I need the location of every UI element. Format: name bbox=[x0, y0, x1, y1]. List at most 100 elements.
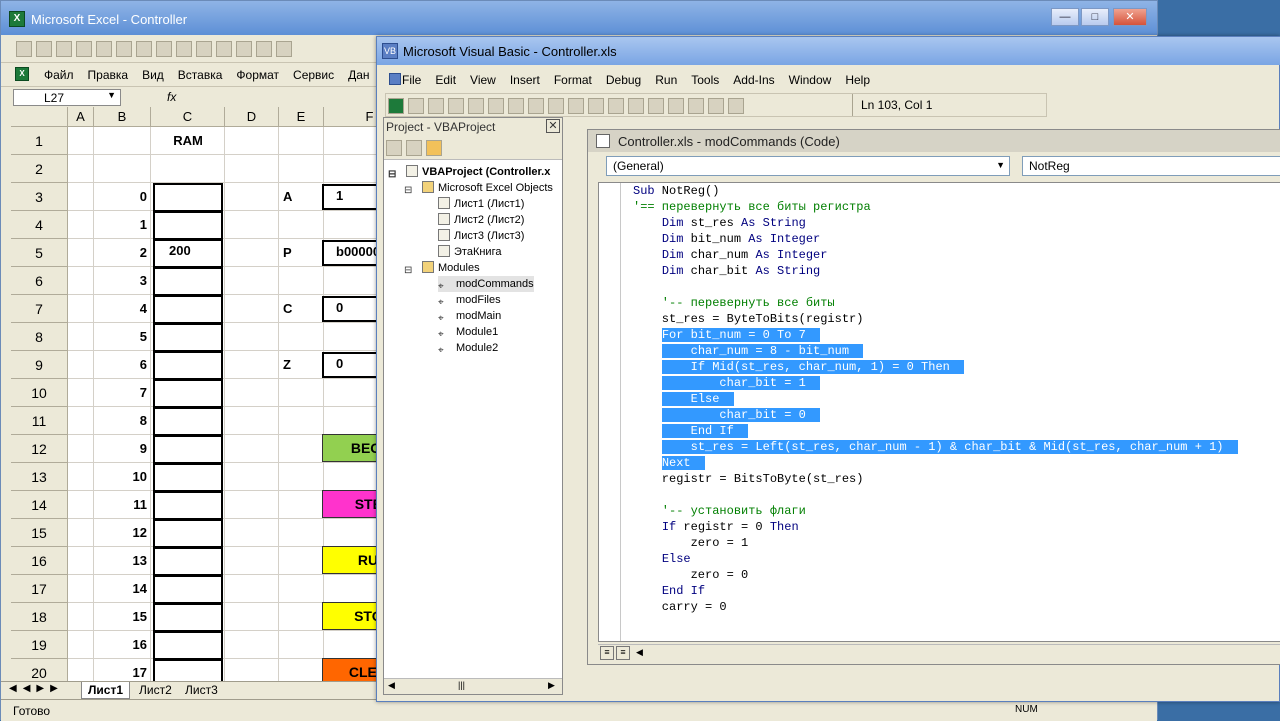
register-box-a[interactable] bbox=[322, 184, 379, 210]
code-line[interactable]: st_res = Left(st_res, char_num - 1) & ch… bbox=[633, 439, 1238, 455]
view-excel-icon[interactable] bbox=[388, 98, 404, 114]
tab-sheet1[interactable]: Лист1 bbox=[81, 682, 131, 699]
scroll-thumb-icon[interactable]: ||| bbox=[458, 680, 465, 690]
macro-button-stop[interactable]: STOP bbox=[322, 602, 379, 630]
tree-item-modcommands[interactable]: ⌖ modCommands bbox=[438, 276, 534, 292]
cell[interactable] bbox=[279, 547, 324, 575]
code-line[interactable]: char_bit = 1 bbox=[633, 375, 1238, 391]
properties-icon[interactable] bbox=[668, 98, 684, 114]
code-line[interactable]: '-- перевернуть все биты bbox=[633, 295, 1238, 311]
break-icon[interactable] bbox=[588, 98, 604, 114]
cell[interactable] bbox=[225, 183, 279, 211]
code-line[interactable]: Next bbox=[633, 455, 1238, 471]
code-editor[interactable]: Sub NotReg() '== перевернуть все биты рег… bbox=[598, 182, 1280, 642]
column-header-a[interactable]: A bbox=[68, 107, 94, 127]
cell[interactable] bbox=[68, 155, 94, 183]
code-line[interactable]: carry = 0 bbox=[633, 599, 1238, 615]
code-line[interactable]: zero = 0 bbox=[633, 567, 1238, 583]
select-all-corner[interactable] bbox=[11, 107, 68, 127]
vbe-menu-run[interactable]: Run bbox=[648, 68, 684, 92]
cell[interactable] bbox=[324, 155, 379, 183]
cell[interactable] bbox=[68, 603, 94, 631]
menu-file[interactable]: Файл bbox=[37, 63, 81, 87]
cell[interactable] bbox=[68, 323, 94, 351]
scroll-right-icon[interactable]: ▶ bbox=[548, 680, 555, 691]
cell[interactable] bbox=[225, 323, 279, 351]
insert-module-icon[interactable] bbox=[408, 98, 424, 114]
cell[interactable] bbox=[225, 603, 279, 631]
cell[interactable] bbox=[68, 351, 94, 379]
cell[interactable] bbox=[68, 379, 94, 407]
cell[interactable] bbox=[225, 491, 279, 519]
preview-icon[interactable] bbox=[136, 41, 153, 57]
cell[interactable] bbox=[68, 183, 94, 211]
ram-cell[interactable] bbox=[153, 603, 223, 632]
code-line[interactable] bbox=[633, 487, 1238, 503]
tree-item-modfiles[interactable]: ⌖ modFiles bbox=[438, 292, 501, 308]
ram-cell[interactable] bbox=[153, 575, 223, 604]
procedure-view-icon[interactable]: ≡ bbox=[600, 646, 614, 660]
cell[interactable] bbox=[68, 267, 94, 295]
excel-title-bar[interactable]: Microsoft Excel - Controller bbox=[1, 1, 1157, 35]
column-header-d[interactable]: D bbox=[225, 107, 279, 127]
cell[interactable] bbox=[279, 155, 324, 183]
cell[interactable] bbox=[68, 631, 94, 659]
vbe-menu-edit[interactable]: Edit bbox=[428, 68, 463, 92]
run-icon[interactable] bbox=[568, 98, 584, 114]
cell[interactable] bbox=[225, 127, 279, 155]
row-header-12[interactable]: 12 bbox=[11, 435, 68, 463]
vbe-undo-icon[interactable] bbox=[528, 98, 544, 114]
chevron-down-icon[interactable]: ▼ bbox=[107, 90, 116, 100]
vbe-title-bar[interactable]: Microsoft Visual Basic - Controller.xls bbox=[377, 37, 1280, 65]
cell[interactable] bbox=[225, 295, 279, 323]
cell[interactable] bbox=[68, 239, 94, 267]
cell[interactable] bbox=[225, 379, 279, 407]
code-window-title-bar[interactable]: Controller.xls - modCommands (Code) bbox=[588, 130, 1280, 152]
cell[interactable] bbox=[324, 631, 379, 659]
tree-item-sheet1[interactable]: Лист1 (Лист1) bbox=[438, 196, 524, 212]
code-text[interactable]: Sub NotReg() '== перевернуть все биты рег… bbox=[633, 183, 1238, 615]
tree-item-module1[interactable]: ⌖ Module1 bbox=[438, 324, 498, 340]
column-header-b[interactable]: B bbox=[94, 107, 151, 127]
vbe-menu-view[interactable]: View bbox=[463, 68, 503, 92]
cell[interactable] bbox=[279, 267, 324, 295]
cell[interactable] bbox=[225, 239, 279, 267]
code-line[interactable]: End If bbox=[633, 583, 1238, 599]
menu-format[interactable]: Формат bbox=[229, 63, 286, 87]
copy-icon[interactable] bbox=[216, 41, 233, 57]
code-line[interactable]: char_num = 8 - bit_num bbox=[633, 343, 1238, 359]
cell[interactable] bbox=[279, 211, 324, 239]
row-header-11[interactable]: 11 bbox=[11, 407, 68, 435]
cell[interactable] bbox=[68, 463, 94, 491]
new-icon[interactable] bbox=[16, 41, 33, 57]
cell[interactable] bbox=[279, 491, 324, 519]
paste-icon[interactable] bbox=[236, 41, 253, 57]
menu-edit[interactable]: Правка bbox=[81, 63, 136, 87]
code-line[interactable]: '-- установить флаги bbox=[633, 503, 1238, 519]
name-box[interactable]: L27 ▼ bbox=[13, 89, 121, 106]
row-header-16[interactable]: 16 bbox=[11, 547, 68, 575]
cell[interactable] bbox=[68, 575, 94, 603]
cell[interactable] bbox=[68, 519, 94, 547]
cell[interactable] bbox=[68, 659, 94, 681]
code-line[interactable]: If registr = 0 Then bbox=[633, 519, 1238, 535]
cell[interactable] bbox=[225, 575, 279, 603]
code-line[interactable]: char_bit = 0 bbox=[633, 407, 1238, 423]
sheet-nav-arrows-icon[interactable]: ◀◀▶▶ bbox=[9, 683, 64, 694]
cell[interactable] bbox=[324, 267, 379, 295]
macro-button-step[interactable]: STEP bbox=[322, 490, 379, 518]
cell[interactable] bbox=[68, 547, 94, 575]
row-header-10[interactable]: 10 bbox=[11, 379, 68, 407]
cell[interactable] bbox=[68, 295, 94, 323]
object-browser-icon[interactable] bbox=[688, 98, 704, 114]
cell[interactable] bbox=[324, 323, 379, 351]
formula-bar[interactable]: fx bbox=[161, 89, 381, 106]
ram-cell[interactable] bbox=[153, 463, 223, 492]
cell[interactable] bbox=[279, 463, 324, 491]
code-line[interactable]: For bit_num = 0 To 7 bbox=[633, 327, 1238, 343]
code-margin[interactable] bbox=[599, 183, 621, 641]
ram-cell[interactable] bbox=[153, 435, 223, 464]
toggle-folders-icon[interactable] bbox=[426, 140, 442, 156]
ram-cell[interactable] bbox=[153, 351, 223, 380]
cell[interactable] bbox=[324, 379, 379, 407]
